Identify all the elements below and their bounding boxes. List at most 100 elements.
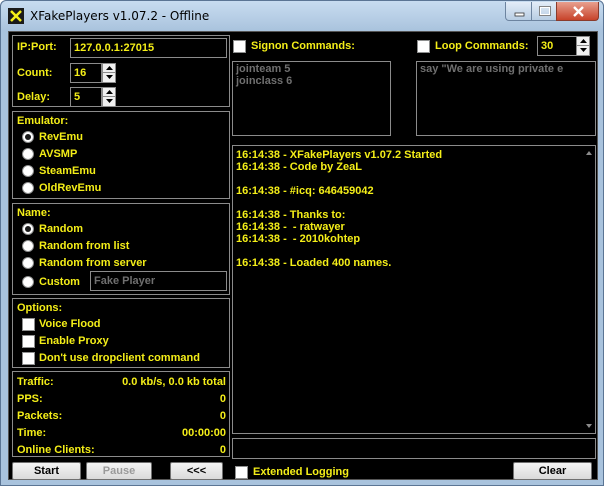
emulator-label: Emulator: bbox=[17, 115, 69, 127]
radio-revemu[interactable] bbox=[22, 131, 34, 143]
log-line: 16:14:38 - Code by ZeaL bbox=[236, 161, 362, 173]
pps-label: PPS: bbox=[17, 393, 43, 405]
voice-flood-checkbox[interactable] bbox=[22, 318, 35, 331]
spin-up-icon bbox=[106, 66, 113, 70]
traffic-label: Traffic: bbox=[17, 376, 54, 388]
no-dropclient-label[interactable]: Don't use dropclient command bbox=[39, 352, 200, 364]
time-label: Time: bbox=[17, 427, 47, 439]
count-stepper[interactable] bbox=[102, 63, 116, 83]
spin-down-icon bbox=[106, 99, 113, 103]
log-line: 16:14:38 - - ratwayer bbox=[236, 221, 345, 233]
radio-random[interactable] bbox=[22, 223, 34, 235]
spin-up[interactable] bbox=[103, 64, 115, 73]
extended-logging-checkbox[interactable] bbox=[235, 466, 248, 479]
loop-interval-stepper[interactable] bbox=[576, 36, 590, 56]
signon-line: jointeam 5 bbox=[236, 63, 291, 75]
voice-flood-label[interactable]: Voice Flood bbox=[39, 318, 101, 330]
log-scrollbar[interactable] bbox=[583, 146, 595, 433]
name-label: Name: bbox=[17, 207, 51, 219]
traffic-value: 0.0 kb/s, 0.0 kb total bbox=[122, 376, 226, 388]
delay-input[interactable]: 5 bbox=[70, 87, 102, 107]
spin-up-icon bbox=[106, 90, 113, 94]
delay-stepper[interactable] bbox=[102, 87, 116, 107]
emulator-panel: Emulator: RevEmu AVSMP SteamEmu OldRevEm… bbox=[12, 111, 230, 199]
spin-down-icon bbox=[580, 48, 587, 52]
radio-steamemu[interactable] bbox=[22, 165, 34, 177]
app-icon bbox=[8, 8, 24, 24]
app-window: XFakePlayers v1.07.2 - Offline IP:Port: … bbox=[0, 0, 604, 486]
count-input[interactable]: 16 bbox=[70, 63, 102, 83]
name-option[interactable]: Custom bbox=[39, 276, 80, 288]
signon-line: joinclass 6 bbox=[236, 75, 293, 87]
count-label: Count: bbox=[17, 67, 53, 79]
close-icon bbox=[573, 6, 584, 17]
minimize-icon bbox=[514, 12, 525, 17]
minimize-button[interactable] bbox=[505, 2, 532, 21]
loop-checkbox[interactable] bbox=[417, 40, 430, 53]
log-line: 16:14:38 - #icq: 646459042 bbox=[236, 185, 374, 197]
loop-line: say "We are using private e bbox=[420, 63, 564, 75]
radio-random-from-list[interactable] bbox=[22, 240, 34, 252]
title-bar[interactable]: XFakePlayers v1.07.2 - Offline bbox=[1, 1, 603, 31]
spin-up[interactable] bbox=[103, 88, 115, 97]
emulator-option[interactable]: AVSMP bbox=[39, 148, 77, 160]
online-clients-label: Online Clients: bbox=[17, 444, 95, 456]
spin-down[interactable] bbox=[103, 97, 115, 106]
connection-panel: IP:Port: 127.0.0.1:27015 Count: 16 Delay… bbox=[12, 35, 230, 107]
emulator-option[interactable]: RevEmu bbox=[39, 131, 83, 143]
radio-avsmp[interactable] bbox=[22, 148, 34, 160]
name-panel: Name: Random Random from list Random fro… bbox=[12, 203, 230, 295]
command-input[interactable] bbox=[232, 438, 596, 459]
name-option[interactable]: Random from list bbox=[39, 240, 129, 252]
loop-commands-textarea[interactable]: say "We are using private e bbox=[416, 61, 596, 136]
signon-label[interactable]: Signon Commands: bbox=[251, 40, 355, 52]
pps-value: 0 bbox=[219, 393, 226, 405]
maximize-button[interactable] bbox=[531, 2, 557, 21]
loop-label[interactable]: Loop Commands: bbox=[435, 40, 529, 52]
enable-proxy-checkbox[interactable] bbox=[22, 335, 35, 348]
signon-checkbox[interactable] bbox=[233, 40, 246, 53]
radio-custom[interactable] bbox=[22, 276, 34, 288]
packets-label: Packets: bbox=[17, 410, 63, 422]
options-panel: Options: Voice Flood Enable Proxy Don't … bbox=[12, 298, 230, 368]
signon-commands-textarea[interactable]: jointeam 5 joinclass 6 bbox=[232, 61, 391, 136]
log-line: 16:14:38 - - 2010kohtep bbox=[236, 233, 361, 245]
scroll-up-icon[interactable] bbox=[583, 147, 595, 159]
extended-logging-label[interactable]: Extended Logging bbox=[253, 466, 349, 478]
scroll-down-icon[interactable] bbox=[583, 420, 595, 432]
pause-button[interactable]: Pause bbox=[86, 462, 152, 480]
stats-panel: Traffic: 0.0 kb/s, 0.0 kb total PPS: 0 P… bbox=[12, 371, 230, 457]
ip-port-input[interactable]: 127.0.0.1:27015 bbox=[70, 38, 227, 58]
emulator-option[interactable]: OldRevEmu bbox=[39, 182, 101, 194]
log-output[interactable]: 16:14:38 - XFakePlayers v1.07.2 Started … bbox=[232, 145, 596, 434]
radio-random-from-server[interactable] bbox=[22, 257, 34, 269]
online-clients-value: 0 bbox=[219, 444, 226, 456]
enable-proxy-label[interactable]: Enable Proxy bbox=[39, 335, 109, 347]
custom-name-input[interactable]: Fake Player bbox=[90, 271, 227, 291]
name-option[interactable]: Random bbox=[39, 223, 83, 235]
log-line: 16:14:38 - Loaded 400 names. bbox=[236, 257, 392, 269]
spin-down[interactable] bbox=[577, 46, 589, 55]
packets-value: 0 bbox=[219, 410, 226, 422]
emulator-option[interactable]: SteamEmu bbox=[39, 165, 96, 177]
start-button[interactable]: Start bbox=[12, 462, 81, 480]
delay-label: Delay: bbox=[17, 91, 51, 103]
options-label: Options: bbox=[17, 302, 63, 314]
spin-down[interactable] bbox=[103, 73, 115, 82]
maximize-icon bbox=[539, 6, 551, 16]
spin-up[interactable] bbox=[577, 37, 589, 46]
name-option[interactable]: Random from server bbox=[39, 257, 147, 269]
radio-oldrevemu[interactable] bbox=[22, 182, 34, 194]
close-button[interactable] bbox=[556, 2, 599, 21]
collapse-button[interactable]: <<< bbox=[170, 462, 223, 480]
time-value: 00:00:00 bbox=[181, 427, 226, 439]
spin-down-icon bbox=[106, 75, 113, 79]
loop-interval-input[interactable]: 30 bbox=[537, 36, 577, 56]
clear-button[interactable]: Clear bbox=[513, 462, 592, 480]
no-dropclient-checkbox[interactable] bbox=[22, 352, 35, 365]
window-title: XFakePlayers v1.07.2 - Offline bbox=[30, 9, 210, 23]
log-line: 16:14:38 - XFakePlayers v1.07.2 Started bbox=[236, 149, 443, 161]
